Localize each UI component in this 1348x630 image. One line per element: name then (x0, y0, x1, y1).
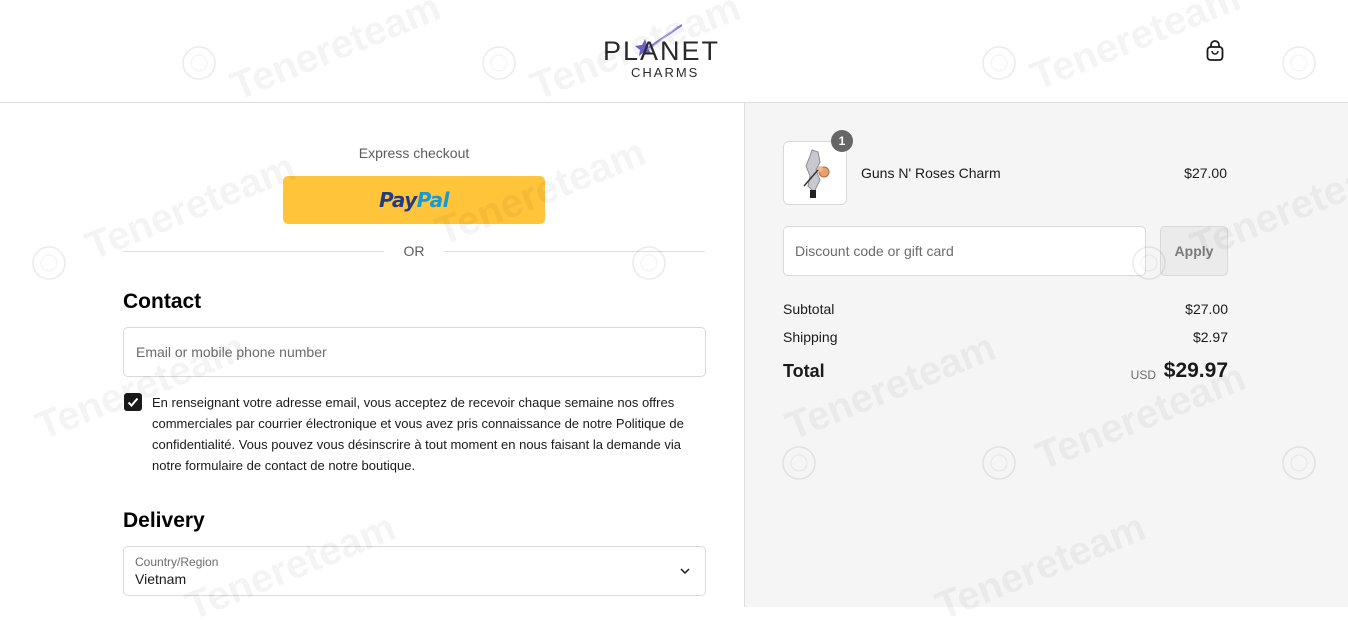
newsletter-consent-text: En renseignant votre adresse email, vous… (152, 395, 684, 473)
country-select[interactable]: Country/Region Vietnam (123, 546, 706, 596)
total-currency: USD (1130, 368, 1156, 382)
country-select-value: Vietnam (135, 571, 187, 587)
order-summary-column: 1 Guns N' Roses Charm $27.00 Apply Subto… (744, 103, 1348, 607)
country-select-label: Country/Region (135, 555, 219, 569)
paypal-logo: PayPal (378, 188, 450, 212)
total-label: Total (783, 361, 825, 381)
or-label: OR (384, 243, 444, 259)
product-name: Guns N' Roses Charm (861, 165, 1001, 181)
discount-field-wrapper (783, 226, 1146, 276)
contact-heading: Contact (123, 290, 202, 313)
paypal-button[interactable]: PayPal (283, 176, 545, 224)
logo-wordmark-bottom: CHARMS (631, 65, 700, 80)
delivery-heading: Delivery (123, 509, 205, 532)
subtotal-value: $27.00 (1185, 301, 1228, 317)
total-value: $29.97 (1163, 359, 1228, 382)
paypal-logo-pal: Pal (416, 188, 450, 212)
quantity-badge: 1 (831, 130, 853, 152)
shopping-bag-icon[interactable] (1205, 40, 1225, 62)
shipping-value: $2.97 (1192, 329, 1228, 345)
shipping-label: Shipping (783, 329, 838, 345)
subtotal-label: Subtotal (783, 301, 835, 317)
product-price: $27.00 (1184, 165, 1227, 181)
logo-wordmark-top: PLANET (603, 36, 721, 66)
apply-discount-button[interactable]: Apply (1160, 226, 1228, 276)
checkout-form-column: Express checkout PayPal OR Contact En re… (0, 103, 744, 607)
email-field[interactable] (124, 328, 705, 376)
total-row: Total USD $29.97 (783, 359, 1228, 389)
checkout-header: PLANET CHARMS (0, 0, 1348, 103)
express-checkout-label: Express checkout (358, 145, 470, 161)
paypal-logo-pay: Pay (378, 188, 417, 212)
store-logo[interactable]: PLANET CHARMS (600, 22, 752, 82)
newsletter-checkbox[interactable] (124, 393, 142, 411)
email-field-wrapper (123, 327, 706, 377)
chevron-down-icon (680, 568, 690, 575)
checkmark-icon (127, 397, 139, 407)
discount-code-input[interactable] (784, 227, 1145, 275)
